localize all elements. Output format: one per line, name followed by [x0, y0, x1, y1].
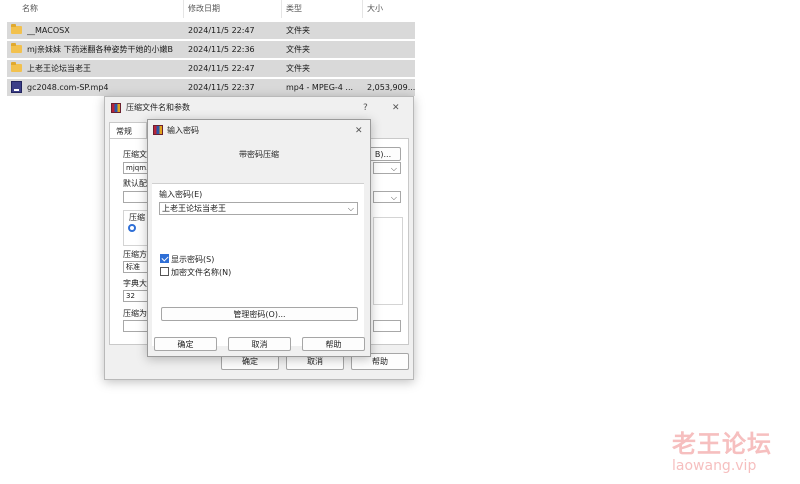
file-modified: 2024/11/5 22:47: [188, 26, 255, 35]
file-row[interactable]: __MACOSX 2024/11/5 22:47 文件夹: [7, 22, 415, 39]
format-radio[interactable]: [128, 224, 136, 232]
file-modified: 2024/11/5 22:37: [188, 83, 255, 92]
column-header-type[interactable]: 类型: [286, 0, 302, 18]
archive-name-label: 压缩文: [123, 150, 147, 159]
encrypt-filenames-label[interactable]: 加密文件名称(N): [171, 267, 231, 278]
file-row[interactable]: mj亲妹妹 下药迷翻各种姿势干她的小嫩B 2024/11/5 22:36 文件夹: [7, 41, 415, 58]
folder-icon: [11, 43, 22, 53]
ok-button[interactable]: 确定: [154, 337, 217, 351]
password-input[interactable]: 上老王论坛当老王 ⌵: [159, 202, 358, 215]
dialog-titlebar[interactable]: 输入密码 ✕: [148, 120, 370, 144]
file-type: mp4 - MPEG-4 ...: [286, 83, 354, 92]
column-divider[interactable]: [281, 0, 282, 18]
column-header-name[interactable]: 名称: [22, 0, 38, 18]
file-type: 文件夹: [286, 45, 310, 54]
archive-options-group: [373, 217, 403, 305]
cancel-button[interactable]: 取消: [228, 337, 291, 351]
dialog-titlebar[interactable]: 压缩文件名和参数 ? ✕: [105, 97, 413, 121]
file-name: 上老王论坛当老王: [27, 64, 91, 73]
file-name: mj亲妹妹 下药迷翻各种姿势干她的小嫩B: [27, 45, 174, 54]
column-header-modified[interactable]: 修改日期: [188, 0, 220, 18]
enter-password-dialog: 输入密码 ✕ 带密码压缩 输入密码(E) 上老王论坛当老王 ⌵ 显示密码(S) …: [147, 119, 371, 357]
file-name: gc2048.com-SP.mp4: [27, 83, 109, 92]
winrar-icon: [153, 125, 163, 135]
password-value: 上老王论坛当老王: [162, 204, 226, 213]
file-row[interactable]: 上老王论坛当老王 2024/11/5 22:47 文件夹: [7, 60, 415, 77]
watermark-text: 老王论坛: [672, 430, 772, 458]
file-modified: 2024/11/5 22:47: [188, 64, 255, 73]
split-volumes-label: 压缩为: [123, 309, 147, 318]
file-type: 文件夹: [286, 26, 310, 35]
winrar-icon: [111, 103, 121, 113]
show-password-label[interactable]: 显示密码(S): [171, 254, 214, 265]
update-mode-dropdown[interactable]: ⌵: [373, 191, 401, 203]
password-label: 输入密码(E): [159, 190, 203, 199]
tab-label: 常规: [116, 127, 132, 136]
file-row[interactable]: gc2048.com-SP.mp4 2024/11/5 22:37 mp4 - …: [7, 79, 415, 96]
help-button[interactable]: 帮助: [302, 337, 365, 351]
column-divider[interactable]: [183, 0, 184, 18]
file-name: __MACOSX: [27, 26, 70, 35]
archive-format-label: 压缩: [129, 213, 145, 222]
chevron-down-icon[interactable]: ⌵: [348, 203, 354, 214]
tab-general[interactable]: 常规: [109, 122, 147, 139]
password-set-field[interactable]: [373, 320, 401, 332]
encrypt-filenames-checkbox[interactable]: [160, 267, 169, 276]
dialog-title: 压缩文件名和参数: [126, 103, 190, 112]
help-icon[interactable]: ?: [363, 100, 368, 116]
watermark-url: laowang.vip: [672, 458, 757, 474]
show-password-checkbox[interactable]: [160, 254, 169, 263]
column-header-size[interactable]: 大小: [367, 0, 383, 18]
password-panel: 输入密码(E) 上老王论坛当老王 ⌵ 显示密码(S) 加密文件名称(N) 管理密…: [152, 183, 364, 346]
compression-method-label: 压缩方: [123, 250, 147, 259]
close-icon[interactable]: ✕: [392, 100, 400, 116]
dialog-title: 输入密码: [167, 126, 199, 135]
archive-name-dropdown[interactable]: ⌵: [373, 162, 401, 174]
chevron-down-icon: ⌵: [390, 193, 397, 202]
dialog-header: 带密码压缩: [239, 150, 279, 159]
manage-passwords-button[interactable]: 管理密码(O)...: [161, 307, 358, 321]
column-divider[interactable]: [362, 0, 363, 18]
video-file-icon: [11, 81, 22, 93]
folder-icon: [11, 24, 22, 34]
chevron-down-icon: ⌵: [390, 164, 397, 173]
close-icon[interactable]: ✕: [355, 123, 363, 139]
folder-icon: [11, 62, 22, 72]
file-size: 2,053,909...: [367, 83, 415, 92]
dictionary-size-label: 字典大: [123, 279, 147, 288]
file-modified: 2024/11/5 22:36: [188, 45, 255, 54]
file-type: 文件夹: [286, 64, 310, 73]
profile-label: 默认配: [123, 179, 147, 188]
